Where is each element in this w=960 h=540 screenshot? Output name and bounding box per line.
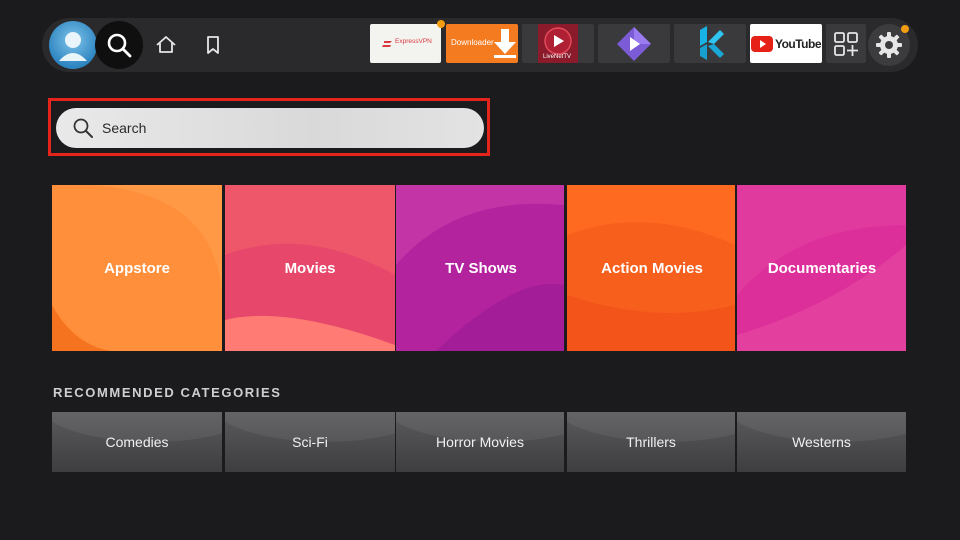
home-icon bbox=[156, 36, 176, 53]
recommended-tile-horror-movies[interactable]: Horror Movies bbox=[396, 412, 564, 472]
app-label-youtube: YouTube bbox=[774, 36, 822, 51]
app-tile-youtube[interactable]: YouTube bbox=[750, 24, 822, 63]
recommended-tile-comedies[interactable]: Comedies bbox=[52, 412, 222, 472]
app-label-livenettv: LiveNetTV bbox=[543, 54, 572, 60]
all-apps-button[interactable] bbox=[826, 24, 866, 63]
category-tile-documentaries[interactable]: Documentaries bbox=[737, 185, 907, 351]
fire-tv-home: ExpressVPN Downloader LiveNetTV YouTube … bbox=[0, 0, 960, 540]
stremio-logo-icon bbox=[617, 27, 651, 61]
profile-avatar[interactable] bbox=[49, 21, 97, 69]
app-tile-downloader[interactable]: Downloader bbox=[446, 24, 518, 63]
app-tile-stremio[interactable] bbox=[598, 24, 670, 63]
youtube-play-icon bbox=[750, 35, 773, 52]
app-label-expressvpn: ExpressVPN bbox=[395, 38, 432, 45]
kodi-logo-icon bbox=[700, 26, 724, 60]
search-nav-button[interactable] bbox=[95, 21, 143, 69]
category-label: Appstore bbox=[104, 259, 170, 277]
recommended-label: Sci-Fi bbox=[292, 434, 328, 450]
search-icon bbox=[73, 118, 93, 138]
bookmark-icon bbox=[207, 36, 219, 54]
category-label: Documentaries bbox=[767, 259, 877, 277]
top-nav-bar: ExpressVPN Downloader LiveNetTV YouTube bbox=[42, 18, 918, 72]
expressvpn-notification-dot bbox=[437, 20, 445, 28]
category-tile-action-movies[interactable]: Action Movies bbox=[567, 185, 737, 351]
search-input[interactable]: Search bbox=[56, 108, 484, 148]
recommended-label: Comedies bbox=[105, 434, 169, 450]
category-tile-appstore[interactable]: Appstore bbox=[52, 185, 222, 351]
apps-grid-icon bbox=[834, 31, 858, 56]
search-icon bbox=[107, 33, 132, 58]
recommended-label: Horror Movies bbox=[436, 434, 524, 450]
app-tile-kodi[interactable] bbox=[674, 24, 746, 63]
recommended-label: Westerns bbox=[792, 434, 851, 450]
recommended-label: Thrillers bbox=[626, 434, 676, 450]
app-label-downloader: Downloader bbox=[451, 38, 494, 47]
app-tile-expressvpn[interactable]: ExpressVPN bbox=[370, 24, 441, 63]
search-placeholder: Search bbox=[102, 120, 147, 136]
app-tile-livenettv[interactable]: LiveNetTV bbox=[522, 24, 594, 63]
category-label: Action Movies bbox=[601, 259, 703, 277]
watchlist-nav-button[interactable] bbox=[189, 21, 237, 69]
category-label: Movies bbox=[284, 259, 336, 277]
recommended-tile-thrillers[interactable]: Thrillers bbox=[567, 412, 735, 472]
gear-icon bbox=[876, 32, 902, 58]
recommended-tile-westerns[interactable]: Westerns bbox=[737, 412, 906, 472]
user-icon bbox=[59, 32, 87, 61]
recommended-categories-heading: RECOMMENDED CATEGORIES bbox=[53, 385, 282, 400]
category-tile-tv-shows[interactable]: TV Shows bbox=[396, 185, 566, 351]
recommended-tile-sci-fi[interactable]: Sci-Fi bbox=[225, 412, 395, 472]
category-label: TV Shows bbox=[445, 259, 517, 277]
home-nav-button[interactable] bbox=[142, 21, 190, 69]
category-tile-movies[interactable]: Movies bbox=[225, 185, 395, 351]
settings-notification-dot bbox=[901, 25, 909, 33]
